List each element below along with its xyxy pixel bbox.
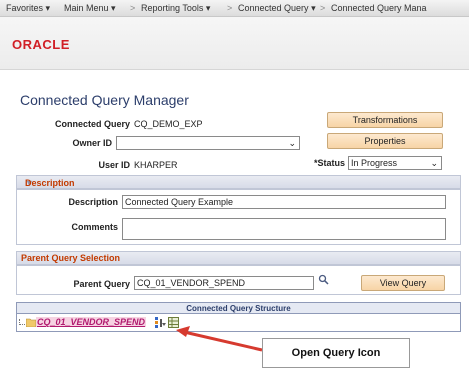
callout-text: Open Query Icon [291,347,381,359]
annotation-arrow-icon [176,326,263,352]
open-query-callout: Open Query Icon [262,338,410,368]
